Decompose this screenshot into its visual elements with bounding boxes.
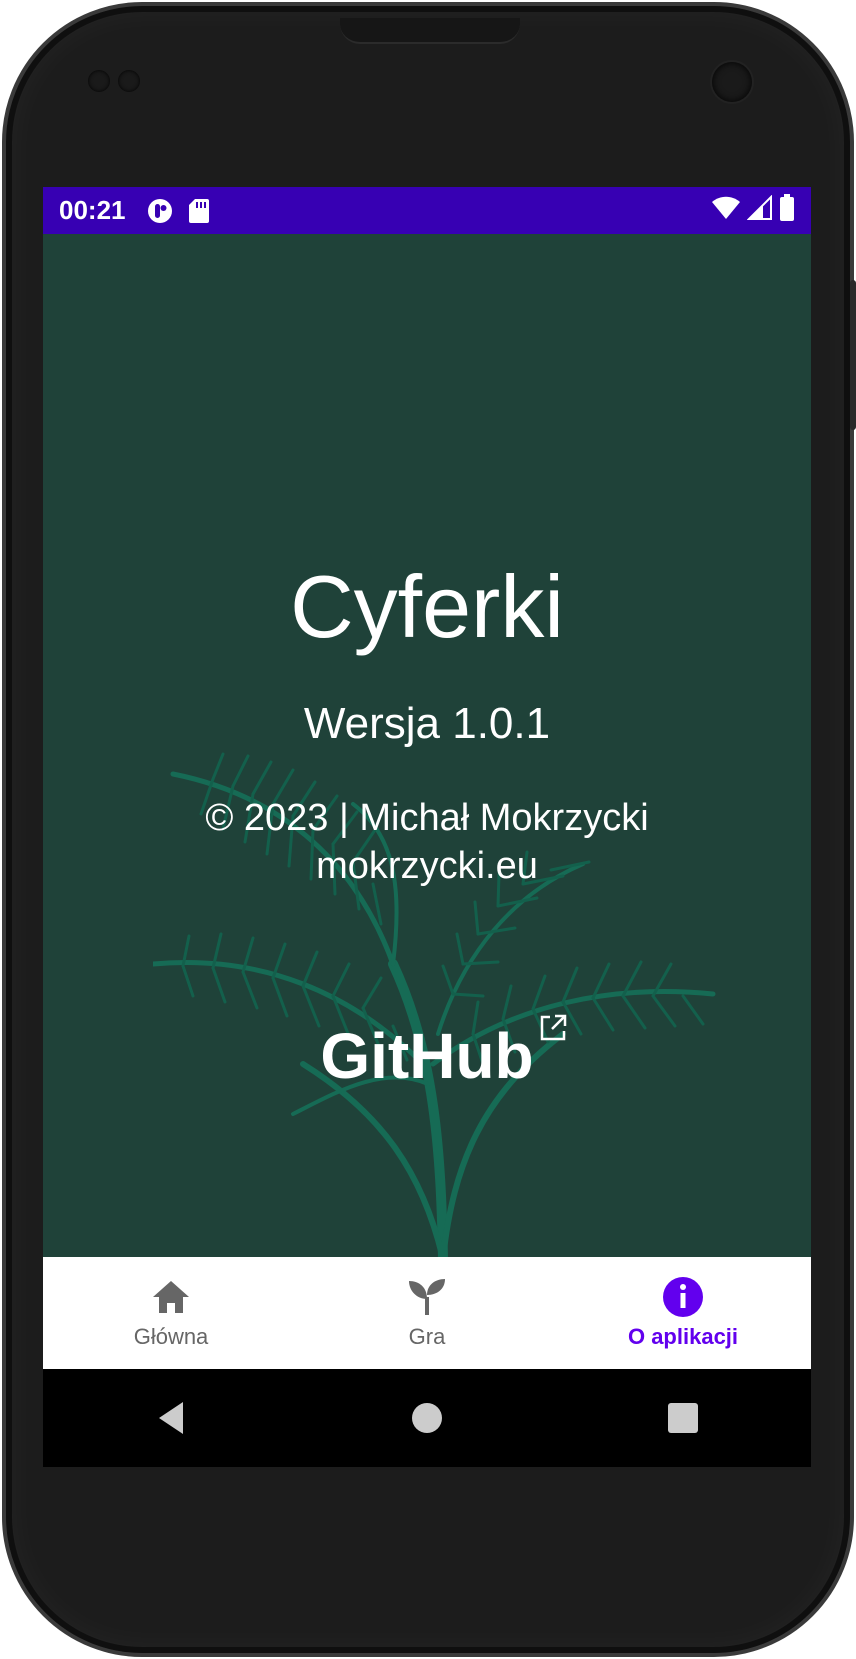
app-version: Wersja 1.0.1 <box>303 699 551 748</box>
front-camera <box>712 62 752 102</box>
sprout-icon <box>406 1276 448 1318</box>
home-icon <box>150 1276 192 1318</box>
battery-icon <box>779 194 795 227</box>
nav-item-o-aplikacji[interactable]: O aplikacji <box>555 1257 811 1369</box>
nav-item-gra[interactable]: Gra <box>299 1257 555 1369</box>
power-button <box>850 280 856 430</box>
app-notification-icon <box>146 197 174 225</box>
nav-item-glowna[interactable]: Główna <box>43 1257 299 1369</box>
home-circle-icon[interactable] <box>397 1388 457 1448</box>
sd-card-icon <box>188 198 210 224</box>
system-navigation-bar <box>43 1369 811 1467</box>
light-sensor <box>118 70 140 92</box>
wifi-icon <box>711 195 741 226</box>
screen: 00:21 Cyferki Wersja 1.0.1 © 2023 | Mich… <box>43 187 811 1467</box>
external-link-icon <box>540 1014 566 1041</box>
about-screen: Cyferki Wersja 1.0.1 © 2023 | Michał Mok… <box>43 234 811 1257</box>
status-bar: 00:21 <box>43 187 811 234</box>
copyright-block: © 2023 | Michał Mokrzycki mokrzycki.eu <box>43 794 811 890</box>
bottom-navigation: Główna Gra O aplikacji <box>43 1257 811 1369</box>
status-time: 00:21 <box>59 195 126 225</box>
website-text: mokrzycki.eu <box>316 845 538 887</box>
app-title: Cyferki <box>290 557 564 656</box>
copyright-text: © 2023 | Michał Mokrzycki <box>205 797 649 839</box>
github-link[interactable]: GitHub <box>43 1014 811 1093</box>
nav-label-gra: Gra <box>408 1324 446 1349</box>
cellular-signal-icon <box>746 194 773 226</box>
recents-icon[interactable] <box>653 1388 713 1448</box>
nav-label-o-aplikacji: O aplikacji <box>627 1324 739 1349</box>
nav-label-glowna: Główna <box>133 1324 209 1349</box>
info-icon <box>662 1276 704 1318</box>
earpiece-speaker <box>340 18 520 44</box>
phone-frame: 00:21 Cyferki Wersja 1.0.1 © 2023 | Mich… <box>0 0 856 1659</box>
status-right-icons <box>711 194 795 227</box>
proximity-sensor <box>88 70 110 92</box>
back-icon[interactable] <box>141 1388 201 1448</box>
github-label: GitHub <box>320 1020 534 1092</box>
